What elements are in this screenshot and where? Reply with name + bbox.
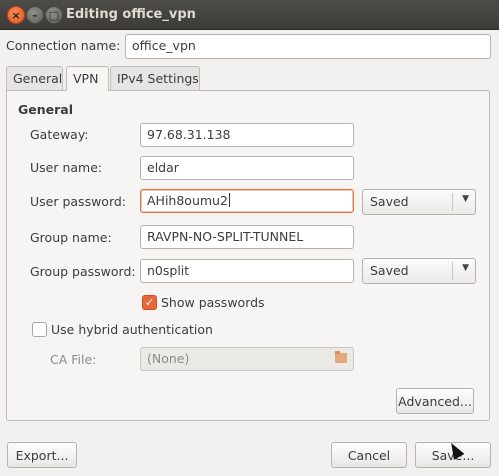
maximize-icon[interactable]: □ (45, 6, 63, 24)
ca-file-chooser: (None) (140, 347, 354, 371)
chevron-down-icon: ▼ (462, 194, 469, 204)
cancel-button[interactable]: Cancel (331, 442, 407, 468)
window-titlebar: × – □ Editing office_vpn (0, 0, 499, 30)
user-name-input[interactable]: eldar (140, 156, 354, 180)
connection-name-label: Connection name: (6, 38, 121, 53)
export-button[interactable]: Export... (7, 442, 77, 468)
tab-vpn[interactable]: VPN (66, 66, 109, 91)
group-password-mode-select[interactable]: Saved ▼ (362, 258, 476, 284)
user-name-label: User name: (30, 160, 103, 175)
hybrid-auth-label[interactable]: Use hybrid authentication (51, 322, 213, 337)
show-passwords-checkbox[interactable]: ✓ (142, 295, 157, 310)
ca-file-value: (None) (147, 351, 190, 366)
hybrid-auth-checkbox[interactable] (32, 322, 47, 337)
section-title-general: General (18, 102, 73, 117)
window-title: Editing office_vpn (66, 7, 196, 22)
chevron-down-icon: ▼ (462, 263, 469, 273)
user-password-input[interactable]: AHih8oumu2 (140, 189, 354, 213)
user-password-value: AHih8oumu2 (147, 193, 228, 208)
connection-name-input[interactable]: office_vpn (125, 34, 491, 59)
group-name-label: Group name: (30, 230, 112, 245)
ca-file-label: CA File: (50, 352, 97, 367)
combo-separator (452, 262, 453, 280)
group-password-label: Group password: (30, 264, 136, 279)
show-passwords-label[interactable]: Show passwords (161, 295, 265, 310)
user-password-label: User password: (30, 194, 127, 209)
close-icon[interactable]: × (7, 6, 25, 24)
group-password-mode-value: Saved (370, 263, 409, 278)
advanced-button[interactable]: Advanced... (396, 388, 474, 414)
tab-general[interactable]: General (6, 66, 63, 90)
tab-ipv4-settings[interactable]: IPv4 Settings (110, 66, 200, 90)
text-caret (228, 193, 230, 207)
combo-separator (452, 193, 453, 211)
gateway-input[interactable]: 97.68.31.138 (140, 123, 354, 147)
folder-icon (335, 351, 347, 363)
group-password-input[interactable]: n0split (140, 259, 354, 283)
minimize-icon[interactable]: – (26, 6, 44, 24)
group-name-input[interactable]: RAVPN-NO-SPLIT-TUNNEL (140, 225, 354, 249)
user-password-mode-value: Saved (370, 194, 409, 209)
gateway-label: Gateway: (30, 127, 89, 142)
user-password-mode-select[interactable]: Saved ▼ (362, 189, 476, 215)
